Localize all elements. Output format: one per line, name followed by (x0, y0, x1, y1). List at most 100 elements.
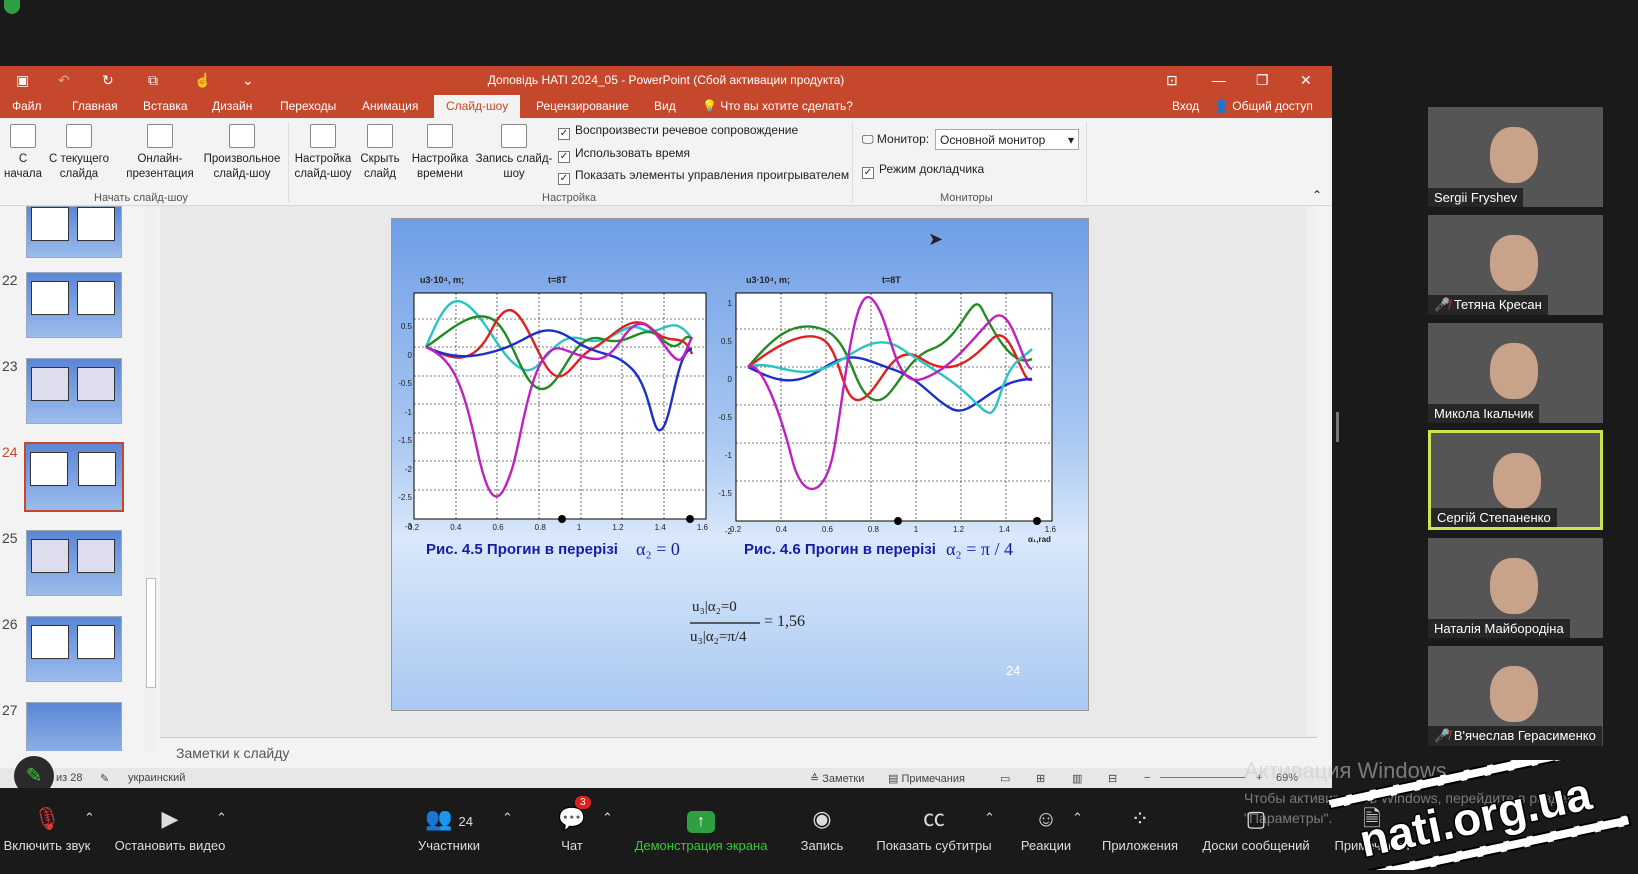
plot-left-xticks: 0.2 0.4 0.6 0.8 1 1.2 1.4 1.6 (408, 523, 708, 532)
participant-tile[interactable]: Наталія Майбородіна (1428, 538, 1603, 638)
slide-thumbnail[interactable] (26, 616, 122, 682)
tab-animation[interactable]: Анимация (362, 99, 418, 113)
custom-show-button[interactable]: Произвольное слайд-шоу (200, 124, 284, 182)
checkmark-icon: ✓ (862, 167, 874, 179)
nati-stamp-logo: nati.org.ua (1327, 760, 1632, 870)
thumbnail-scrollbar[interactable] (145, 206, 157, 751)
participant-tile[interactable]: Микола Ікальчик (1428, 323, 1603, 423)
lightbulb-icon: 💡 (702, 99, 717, 113)
from-current-button[interactable]: С текущего слайда (46, 124, 112, 182)
zoom-out-icon[interactable]: − (1144, 772, 1150, 784)
checkmark-icon: ✓ (558, 151, 570, 163)
plot-right-yticks: 1 0.5 0 -0.5 -1 -1.5 -2 (718, 299, 732, 536)
ribbon-display-icon[interactable]: ⊡ (1166, 72, 1178, 89)
tab-file[interactable]: Файл (12, 99, 42, 113)
unmute-button[interactable]: 🎙 Включить звук (2, 806, 92, 853)
stop-video-button[interactable]: ▶ Остановить видео (110, 806, 230, 853)
video-options-chevron-icon[interactable]: ⌃ (216, 810, 227, 826)
ribbon-slideshow: С начала С текущего слайда Онлайн- презе… (0, 118, 1332, 206)
play-from-start-icon (10, 124, 36, 148)
slideshow-view-icon[interactable]: ⊟ (1108, 772, 1117, 785)
status-bar: из 28 ✎ украинский ≙ Заметки ▤ Примечани… (0, 768, 1332, 788)
audio-options-chevron-icon[interactable]: ⌃ (84, 810, 95, 826)
participant-tile-active-speaker[interactable]: Сергій Степаненко (1428, 430, 1603, 530)
tab-insert[interactable]: Вставка (143, 99, 188, 113)
video-feed (1493, 453, 1541, 509)
minimize-icon[interactable]: — (1212, 72, 1226, 88)
slide-thumbnail[interactable] (26, 702, 122, 751)
hide-slide-button[interactable]: Скрыть слайд (356, 124, 404, 182)
figure-caption-4-5: Рис. 4.5 Прогин в перерізі (426, 541, 618, 558)
collapse-ribbon-icon[interactable]: ⌃ (1312, 188, 1322, 202)
from-beginning-button[interactable]: С начала (4, 124, 42, 182)
participants-button[interactable]: 👥 24 Участники (414, 806, 484, 853)
restore-icon[interactable]: ❐ (1256, 72, 1269, 89)
tab-transitions[interactable]: Переходы (280, 99, 336, 113)
monitor-select[interactable]: Основной монитор ▾ (935, 129, 1079, 150)
participant-tile[interactable]: 🎤̸ В'ячеслав Герасименко (1428, 646, 1603, 746)
normal-view-icon[interactable]: ▭ (1000, 772, 1010, 785)
slide-thumbnail-selected[interactable] (24, 442, 124, 512)
scrollbar-thumb[interactable] (146, 578, 156, 688)
close-icon[interactable]: ✕ (1300, 72, 1312, 89)
slide-editor: u3·10⁴, m; t=8T u3·10⁴, m; t=8T 0.5 0 -0.5… (160, 206, 1317, 751)
timer-icon (427, 124, 453, 148)
plot-left-ylabel: u3·10⁴, m; (420, 275, 464, 285)
tab-design[interactable]: Дизайн (212, 99, 252, 113)
captions-chevron-icon[interactable]: ⌃ (984, 810, 995, 826)
sign-in-link[interactable]: Вход (1172, 99, 1199, 113)
online-present-icon (147, 124, 173, 148)
record-show-button[interactable]: Запись слайд- шоу (472, 124, 556, 182)
checkmark-icon: ✓ (558, 128, 570, 140)
video-feed (1490, 235, 1538, 291)
record-button[interactable]: ◉ Запись (796, 806, 848, 853)
zoom-slider[interactable] (1160, 777, 1246, 778)
language-status[interactable]: украинский (128, 772, 185, 784)
slide-thumbnail[interactable] (26, 358, 122, 424)
captions-button[interactable]: ㏄ Показать субтитры (874, 806, 994, 853)
sorter-view-icon[interactable]: ⊞ (1036, 772, 1045, 785)
tab-review[interactable]: Рецензирование (536, 99, 629, 113)
caption-math-2: α₂ = π / 4 (946, 539, 1013, 559)
group-label-setup: Настройка (542, 192, 597, 204)
slide-scrollbar[interactable] (1306, 206, 1317, 736)
share-button[interactable]: 👤 Общий доступ (1214, 99, 1313, 113)
chat-button[interactable]: 💬 Чат (556, 806, 588, 853)
participants-chevron-icon[interactable]: ⌃ (502, 810, 513, 826)
monitor-label: 🖵 Монитор: (862, 132, 930, 146)
use-timings-checkbox[interactable]: ✓ Использовать время (558, 146, 690, 163)
media-controls-checkbox[interactable]: ✓ Показать элементы управления проигрыват… (558, 168, 849, 185)
spellcheck-icon[interactable]: ✎ (100, 772, 109, 785)
setup-show-icon (310, 124, 336, 148)
ribbon-divider (288, 122, 289, 202)
setup-show-button[interactable]: Настройка слайд-шоу (292, 124, 354, 182)
split-handle[interactable] (1336, 412, 1339, 442)
notes-button[interactable]: ≙ Заметки (810, 772, 864, 785)
tab-view[interactable]: Вид (654, 99, 676, 113)
tab-slideshow[interactable]: Слайд-шоу (434, 95, 521, 118)
reactions-chevron-icon[interactable]: ⌃ (1072, 810, 1083, 826)
tell-me-search[interactable]: 💡 Что вы хотите сделать? (702, 99, 853, 113)
slide-thumbnail[interactable] (26, 206, 122, 258)
narration-checkbox[interactable]: ✓ Воспроизвести речевое сопровождение (558, 123, 798, 140)
tab-home[interactable]: Главная (72, 99, 118, 113)
presenter-view-checkbox[interactable]: ✓ Режим докладчика (862, 162, 984, 179)
participant-tile[interactable]: 🎤̸ Тетяна Кресан (1428, 215, 1603, 315)
share-screen-button[interactable]: ↑ Демонстрация экрана (626, 806, 776, 853)
current-slide[interactable]: u3·10⁴, m; t=8T u3·10⁴, m; t=8T 0.5 0 -0.5… (391, 218, 1089, 711)
chat-chevron-icon[interactable]: ⌃ (602, 810, 613, 826)
plot-right-xlabel: α₁,rad (1028, 535, 1051, 544)
apps-button[interactable]: ⁘ Приложения (1098, 806, 1182, 853)
notes-pane[interactable]: Заметки к слайду (160, 737, 1317, 767)
slide-number: 23 (2, 358, 18, 374)
slide-thumbnail[interactable] (26, 272, 122, 338)
participant-tile[interactable]: Sergii Fryshev (1428, 107, 1603, 207)
reading-view-icon[interactable]: ▥ (1072, 772, 1082, 785)
smiley-icon: ☺ (1034, 806, 1058, 831)
comments-button[interactable]: ▤ Примечания (888, 772, 965, 785)
plot-left-time: t=8T (548, 275, 567, 285)
online-present-button[interactable]: Онлайн- презентация (120, 124, 200, 182)
slide-thumbnail[interactable] (26, 530, 122, 596)
rehearse-timings-button[interactable]: Настройка времени (408, 124, 472, 182)
reactions-button[interactable]: ☺ Реакции (1016, 806, 1076, 853)
